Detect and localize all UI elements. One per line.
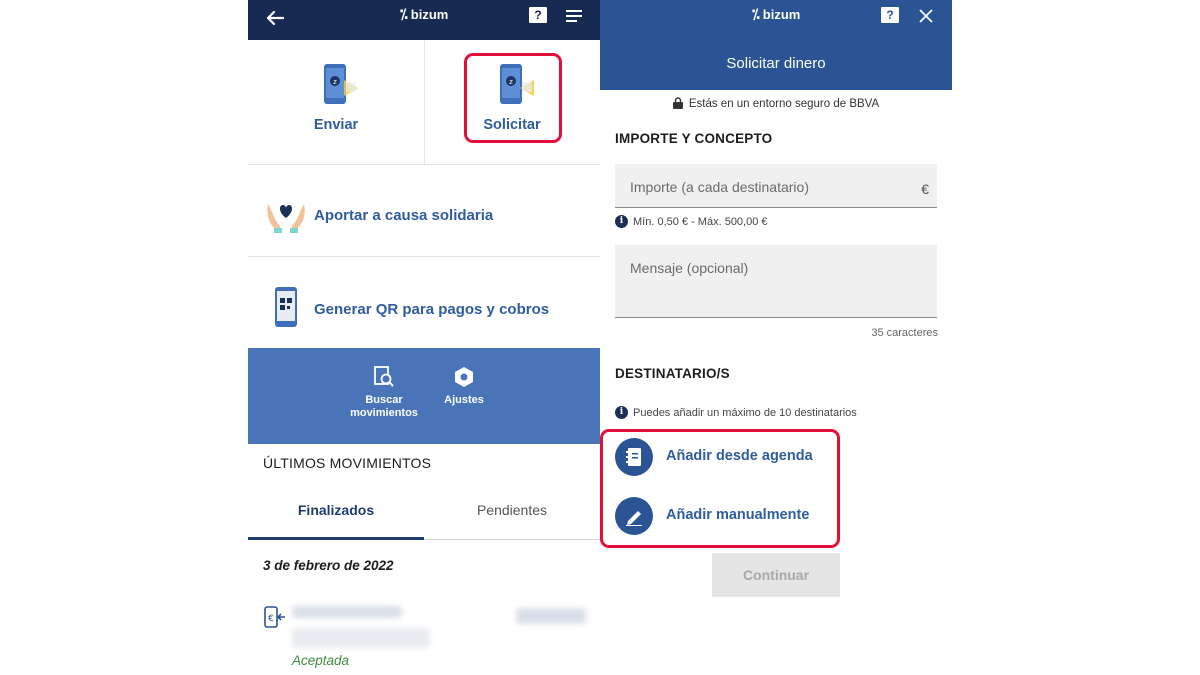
back-arrow-icon[interactable] xyxy=(264,7,286,29)
movement-date: 3 de febrero de 2022 xyxy=(263,558,394,573)
amount-section-title: IMPORTE Y CONCEPTO xyxy=(615,131,773,146)
currency-symbol: € xyxy=(921,181,929,197)
solidarity-option[interactable]: Aportar a causa solidaria xyxy=(248,164,600,256)
info-icon: i xyxy=(615,215,628,228)
amount-field[interactable]: Importe (a cada destinatario) € xyxy=(615,164,937,208)
recipients-highlight xyxy=(600,429,840,548)
incoming-payment-icon: € xyxy=(264,606,285,628)
amount-limits-text: Mín. 0,50 € - Máx. 500,00 € xyxy=(633,215,768,228)
message-field[interactable]: Mensaje (opcional) xyxy=(615,245,937,318)
settings-button[interactable]: Ajustes xyxy=(424,366,504,407)
amount-placeholder: Importe (a cada destinatario) xyxy=(630,179,809,195)
close-icon[interactable] xyxy=(918,8,934,24)
secure-notice-text: Estás en un entorno seguro de BBVA xyxy=(688,98,880,110)
blurred-contact-name xyxy=(292,606,402,618)
request-money-screen: ⁒ bizum ? Solicitar dinero Estás en un e… xyxy=(600,0,952,675)
blurred-amount xyxy=(516,608,586,624)
bizum-logo: ⁒ bizum xyxy=(752,6,800,23)
bizum-home-screen: ⁒ bizum ? z Enviar z Solicitar Aportar a… xyxy=(248,0,600,675)
amount-limits: i Mín. 0,50 € - Máx. 500,00 € xyxy=(615,215,768,228)
tab-finalizados[interactable]: Finalizados xyxy=(248,502,424,518)
tab-pendientes[interactable]: Pendientes xyxy=(424,502,600,518)
qr-phone-icon xyxy=(275,287,297,327)
search-movements-icon xyxy=(374,366,394,387)
lock-icon xyxy=(672,97,683,109)
svg-text:€: € xyxy=(268,614,274,624)
qr-label: Generar QR para pagos y cobros xyxy=(314,301,550,318)
brand-name: bizum xyxy=(762,7,801,22)
quick-actions-band: Buscar movimientos Ajustes xyxy=(248,348,600,444)
request-header: ⁒ bizum ? Solicitar dinero xyxy=(600,0,952,90)
movement-status: Aceptada xyxy=(292,653,350,668)
send-tile[interactable]: z Enviar xyxy=(248,40,424,164)
settings-hexagon-icon xyxy=(455,367,473,387)
char-counter: 35 caracteres xyxy=(871,327,938,339)
movements-title: ÚLTIMOS MOVIMIENTOS xyxy=(263,455,432,471)
bizum-mark-icon: ⁒ xyxy=(400,6,408,22)
settings-label: Ajustes xyxy=(444,394,484,406)
help-icon[interactable]: ? xyxy=(529,7,547,23)
menu-icon[interactable] xyxy=(566,9,582,23)
search-movements-label: Buscar movimientos xyxy=(350,394,418,419)
page-title: Solicitar dinero xyxy=(726,55,826,72)
recipients-info-text: Puedes añadir un máximo de 10 destinatar… xyxy=(633,406,857,419)
brand-name: bizum xyxy=(410,7,449,22)
svg-text:z: z xyxy=(333,78,337,86)
continue-button[interactable]: Continuar xyxy=(712,553,840,597)
secure-notice: Estás en un entorno seguro de BBVA xyxy=(600,97,952,110)
send-phone-icon: z xyxy=(324,64,358,104)
request-highlight xyxy=(464,53,562,143)
solidarity-label: Aportar a causa solidaria xyxy=(314,207,494,224)
active-tab-indicator xyxy=(248,537,424,540)
recipients-info: i Puedes añadir un máximo de 10 destinat… xyxy=(615,406,857,419)
top-bar: ⁒ bizum ? xyxy=(248,0,600,40)
bizum-mark-icon: ⁒ xyxy=(752,6,760,22)
blurred-concept xyxy=(292,628,430,648)
info-icon: i xyxy=(615,406,628,419)
recipients-section-title: DESTINATARIO/S xyxy=(615,366,730,381)
qr-option[interactable]: Generar QR para pagos y cobros xyxy=(248,256,600,348)
message-placeholder: Mensaje (opcional) xyxy=(630,260,749,276)
search-movements-button[interactable]: Buscar movimientos xyxy=(344,366,424,420)
bizum-logo: ⁒ bizum xyxy=(400,6,448,23)
send-label: Enviar xyxy=(313,117,359,133)
solidarity-hands-icon xyxy=(267,204,305,233)
help-icon[interactable]: ? xyxy=(881,7,899,23)
